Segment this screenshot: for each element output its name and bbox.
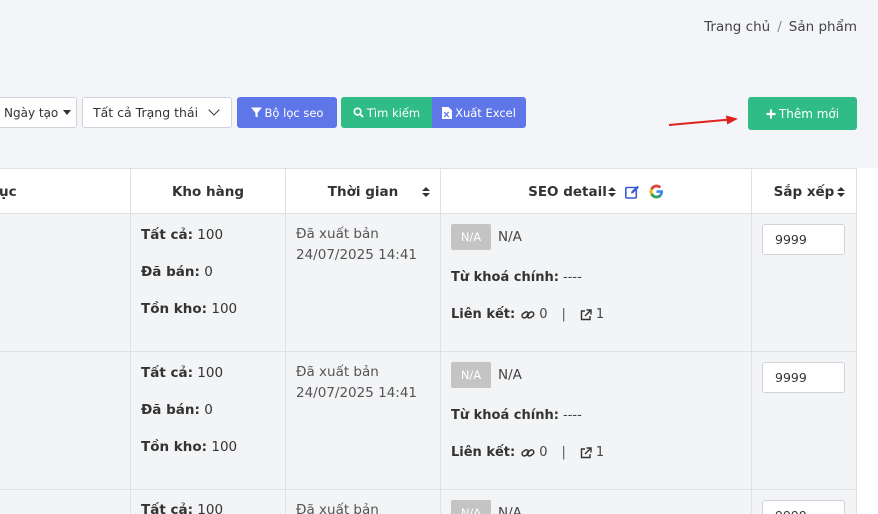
order-input[interactable] xyxy=(762,500,845,514)
edit-icon[interactable] xyxy=(624,185,640,199)
export-excel-button[interactable]: Xuất Excel xyxy=(432,97,526,128)
category-cell xyxy=(0,490,131,514)
sort-icon[interactable] xyxy=(422,186,430,197)
order-cell xyxy=(752,490,857,514)
stock-total: Tất cả: 100 xyxy=(141,227,224,243)
seo-score-text: N/A xyxy=(498,229,522,245)
th-stock-label: Kho hàng xyxy=(171,183,245,200)
products-table: ục Kho hàng Thời gian SEO detail Sắp xếp… xyxy=(0,168,857,514)
date-sort-label: Ngày tạo xyxy=(4,105,59,120)
stock-sold: Đã bán: 0 xyxy=(141,264,213,280)
search-icon xyxy=(353,107,364,118)
red-arrow-annotation-icon xyxy=(668,115,738,126)
links-separator: | xyxy=(561,307,566,322)
search-button[interactable]: Tìm kiếm xyxy=(341,97,432,128)
export-excel-label: Xuất Excel xyxy=(455,105,516,120)
table-row: Tất cả: 100 Đã xuất bản N/A N/A xyxy=(0,490,857,514)
table-header: ục Kho hàng Thời gian SEO detail Sắp xếp xyxy=(0,168,857,214)
chevron-down-icon xyxy=(208,104,220,116)
order-input[interactable] xyxy=(762,362,845,393)
status-filter-select[interactable]: Tất cả Trạng thái xyxy=(82,97,232,128)
add-new-button[interactable]: Thêm mới xyxy=(748,97,857,130)
main-keyword: Từ khoá chính: ---- xyxy=(451,270,582,285)
seo-score-text: N/A xyxy=(498,367,522,383)
stock-cell: Tất cả: 100 Đã bán: 0 Tồn kho: 100 xyxy=(131,214,286,351)
google-icon[interactable] xyxy=(649,184,664,199)
links-info: Liên kết: 0 | 1 xyxy=(451,445,605,460)
external-links-count: 1 xyxy=(595,445,605,460)
excel-file-icon xyxy=(442,106,453,119)
order-cell xyxy=(752,214,857,351)
funnel-icon xyxy=(250,107,262,118)
breadcrumb: Trang chủ / Sản phẩm xyxy=(704,19,857,35)
th-time-label: Thời gian xyxy=(327,183,399,200)
category-cell xyxy=(0,352,131,489)
breadcrumb-home-link[interactable]: Trang chủ xyxy=(704,19,770,35)
breadcrumb-separator: / xyxy=(777,19,782,35)
main-keyword: Từ khoá chính: ---- xyxy=(451,408,582,423)
category-cell xyxy=(0,214,131,351)
th-stock: Kho hàng xyxy=(131,169,286,214)
stock-total: Tất cả: 100 xyxy=(141,502,224,514)
external-links-count: 1 xyxy=(595,307,605,322)
breadcrumb-current: Sản phẩm xyxy=(788,19,857,35)
link-icon xyxy=(521,309,535,321)
th-seo-detail[interactable]: SEO detail xyxy=(441,169,752,214)
search-label: Tìm kiếm xyxy=(366,105,421,120)
th-category-label: ục xyxy=(0,183,17,200)
th-seo-label: SEO detail xyxy=(528,183,607,200)
sort-icon[interactable] xyxy=(607,186,616,197)
table-row: Tất cả: 100 Đã bán: 0 Tồn kho: 100 Đã xu… xyxy=(0,214,857,352)
stock-cell: Tất cả: 100 Đã bán: 0 Tồn kho: 100 xyxy=(131,352,286,489)
th-category: ục xyxy=(0,169,131,214)
stock-cell: Tất cả: 100 xyxy=(131,490,286,514)
external-link-icon xyxy=(580,308,592,321)
seo-score-badge: N/A xyxy=(451,500,491,514)
seo-filter-label: Bộ lọc seo xyxy=(264,105,324,120)
seo-filter-button[interactable]: Bộ lọc seo xyxy=(237,97,337,128)
order-cell xyxy=(752,352,857,489)
internal-links-count: 0 xyxy=(539,445,548,460)
plus-icon xyxy=(766,109,776,119)
status-filter-value: Tất cả Trạng thái xyxy=(93,105,199,120)
time-cell: Đã xuất bản 24/07/2025 14:41 xyxy=(286,352,441,489)
stock-sold: Đã bán: 0 xyxy=(141,402,213,418)
seo-score-badge: N/A xyxy=(451,362,491,388)
seo-cell: N/A N/A xyxy=(441,490,752,514)
publish-info: Đã xuất bản 24/07/2025 14:41 xyxy=(296,226,418,263)
time-cell: Đã xuất bản xyxy=(286,490,441,514)
time-cell: Đã xuất bản 24/07/2025 14:41 xyxy=(286,214,441,351)
links-separator: | xyxy=(561,445,566,460)
order-input[interactable] xyxy=(762,224,845,255)
date-sort-dropdown[interactable]: Ngày tạo xyxy=(0,97,77,128)
stock-remaining: Tồn kho: 100 xyxy=(141,301,238,317)
sort-icon[interactable] xyxy=(837,186,845,197)
external-link-icon xyxy=(580,446,592,459)
publish-info: Đã xuất bản 24/07/2025 14:41 xyxy=(296,364,418,401)
caret-down-icon xyxy=(63,110,72,115)
seo-score-badge: N/A xyxy=(451,224,491,250)
link-icon xyxy=(521,447,535,459)
stock-total: Tất cả: 100 xyxy=(141,365,224,381)
th-time[interactable]: Thời gian xyxy=(286,169,441,214)
add-new-label: Thêm mới xyxy=(778,106,840,121)
th-order-label: Sắp xếp xyxy=(773,183,835,200)
internal-links-count: 0 xyxy=(539,307,548,322)
publish-info: Đã xuất bản xyxy=(296,502,379,514)
seo-score-text: N/A xyxy=(498,505,522,514)
stock-remaining: Tồn kho: 100 xyxy=(141,439,238,455)
th-order[interactable]: Sắp xếp xyxy=(752,169,857,214)
seo-cell: N/A N/A Từ khoá chính: ---- Liên kết: 0 … xyxy=(441,214,752,351)
links-info: Liên kết: 0 | 1 xyxy=(451,307,605,322)
seo-cell: N/A N/A Từ khoá chính: ---- Liên kết: 0 … xyxy=(441,352,752,489)
table-row: Tất cả: 100 Đã bán: 0 Tồn kho: 100 Đã xu… xyxy=(0,352,857,490)
